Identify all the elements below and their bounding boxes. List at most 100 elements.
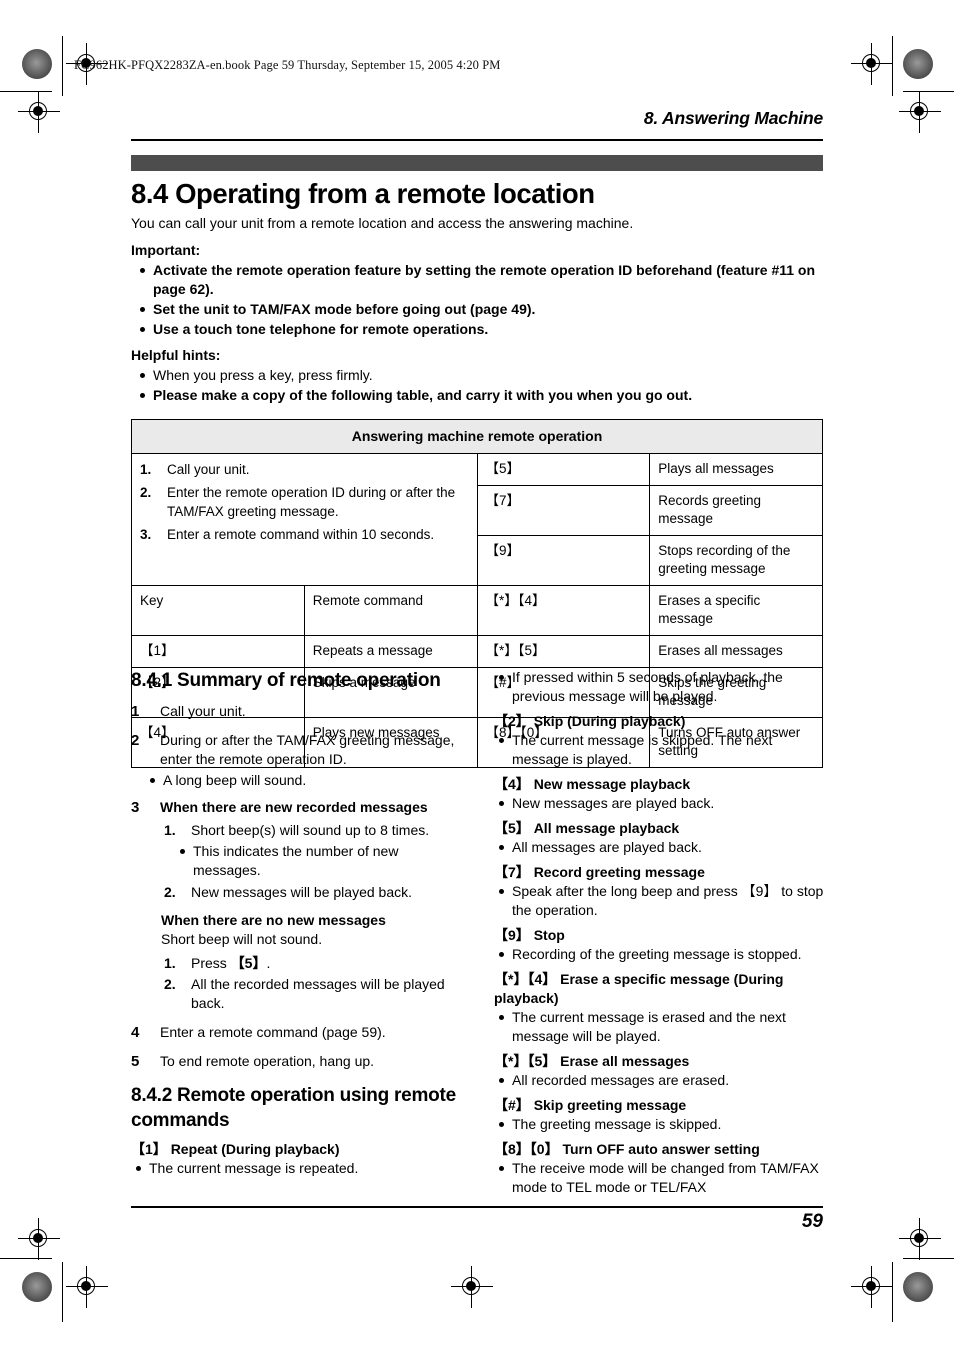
sub-step-number: 2. [164, 976, 176, 992]
numbered-step: 3 When there are new recorded messages [131, 798, 461, 817]
table-caption: Answering machine remote operation [131, 419, 823, 454]
command-cell: Plays all messages [649, 453, 823, 486]
table-caption-row: Answering machine remote operation [131, 419, 823, 454]
list-item: Set the unit to TAM/FAX mode before goin… [131, 300, 824, 319]
command-heading: 【4】 New message playback [494, 775, 824, 794]
table-row: 1. Call your unit. 2. Enter the remote o… [131, 453, 823, 586]
step-text: Enter a remote command within 10 seconds… [167, 527, 435, 542]
sub-step-text: Press 【5】. [191, 955, 271, 971]
command-title: New message playback [533, 776, 691, 792]
crop-rule-bottom-right-horizontal [903, 1258, 954, 1259]
step-number: 1. [140, 462, 152, 477]
command-heading: 【9】 Stop [494, 926, 824, 945]
step-number: 4 [131, 1024, 140, 1041]
key-cell: 【9】 [476, 535, 651, 586]
page-title: 8.4 Operating from a remote location [131, 178, 595, 209]
key-token: 【8】【0】 [494, 1141, 559, 1157]
right-column: If pressed within 5 seconds of playback,… [494, 668, 824, 1198]
command-title: Skip greeting message [533, 1097, 687, 1113]
registration-mark-bottom-right [851, 1266, 893, 1308]
no-new-messages-heading: When there are no new messages [161, 912, 386, 928]
command-cell: Erases a specific message [649, 585, 823, 636]
key-cell: 【7】 [476, 485, 651, 536]
step-number: 5 [131, 1053, 140, 1070]
numbered-step: 5 To end remote operation, hang up. [131, 1052, 461, 1071]
important-label: Important: [131, 242, 201, 258]
registration-mark-right-upper [899, 91, 941, 133]
helpful-hints-label: Helpful hints: [131, 347, 221, 363]
step-text: Enter the remote operation ID during or … [167, 485, 456, 519]
registration-mark-left-lower [18, 1218, 60, 1260]
key-token: 【5】 [494, 820, 530, 836]
subsection-heading-842: 8.4.2 Remote operation using remote comm… [131, 1085, 456, 1131]
print-density-blob-bottom-left [22, 1272, 52, 1302]
step-line: 3. Enter a remote command within 10 seco… [140, 525, 469, 544]
command-title: Record greeting message [533, 864, 705, 880]
numbered-step: 4 Enter a remote command (page 59). [131, 1023, 461, 1042]
intro-lead: You can call your unit from a remote loc… [131, 215, 634, 231]
header-rule [131, 139, 823, 141]
key-token: 【5】 [230, 955, 267, 971]
command-heading: 【7】 Record greeting message [494, 863, 824, 882]
table-row: 【1】 Repeats a message 【*】【5】 Erases all … [131, 635, 823, 668]
step-text: To end remote operation, hang up. [160, 1053, 375, 1069]
command-heading: 【#】 Skip greeting message [494, 1096, 824, 1115]
step-number: 2 [131, 732, 140, 749]
command-title: Repeat (During playback) [170, 1141, 340, 1157]
crop-rule-right-vertical [892, 36, 893, 96]
command-heading: 【1】 Repeat (During playback) [131, 1140, 461, 1159]
sub-step: 2. New messages will be played back. [161, 883, 461, 902]
crop-rule-top-left-horizontal [0, 91, 52, 92]
step-line: 1. Call your unit. [140, 460, 469, 479]
running-head-chapter: 8. Answering Machine [643, 108, 823, 128]
command-title: Erase all messages [560, 1053, 690, 1069]
subsection-heading-841: 8.4.1 Summary of remote operation [131, 670, 441, 691]
bullet-item: This indicates the number of new message… [161, 842, 461, 880]
crop-rule-bottom-left-horizontal [0, 1258, 52, 1259]
key-cell: 【*】【4】 [476, 585, 651, 636]
command-cell: Repeats a message [303, 635, 478, 668]
sub-step: 2. All the recorded messages will be pla… [161, 975, 461, 1013]
command-heading: 【*】【5】 Erase all messages [494, 1052, 824, 1071]
key-token: 【*】【5】 [494, 1053, 557, 1069]
print-density-blob-top-left [22, 49, 52, 79]
command-heading: 【5】 All message playback [494, 819, 824, 838]
bullet-item: All recorded messages are erased. [494, 1071, 824, 1090]
numbered-step: 2 During or after the TAM/FAX greeting m… [131, 731, 461, 769]
command-column-header: Remote command [303, 585, 478, 636]
no-new-messages-text: Short beep will not sound. [161, 931, 323, 947]
step-text: When there are new recorded messages [160, 799, 428, 815]
book-file-header: FC962HK-PFQX2283ZA-en.book Page 59 Thurs… [74, 58, 501, 72]
key-column-header: Key [131, 585, 305, 636]
registration-mark-bottom-center [451, 1266, 493, 1308]
key-token: 【#】 [494, 1097, 530, 1113]
left-column: 8.4.1 Summary of remote operation 1 Call… [131, 668, 461, 1179]
bullet-item: Speak after the long beep and press 【9】 … [494, 882, 824, 920]
registration-mark-top-right [851, 43, 893, 85]
command-heading: 【8】【0】 Turn OFF auto answer setting [494, 1140, 824, 1159]
important-list: Activate the remote operation feature by… [131, 261, 824, 339]
page-number: 59 [801, 1211, 823, 1232]
command-title: Skip (During playback) [533, 713, 686, 729]
sub-step: 1. Press 【5】. [161, 954, 461, 973]
step-text: Call your unit. [167, 462, 250, 477]
sub-step-text: All the recorded messages will be played… [191, 976, 445, 1011]
steps-cell: 1. Call your unit. 2. Enter the remote o… [131, 453, 478, 586]
list-item: Please make a copy of the following tabl… [131, 386, 824, 405]
bullet-item: The current message is skipped. The next… [494, 731, 824, 769]
command-cell: Stops recording of the greeting message [649, 535, 823, 586]
print-density-blob-bottom-right [903, 1272, 933, 1302]
section-gray-bar [131, 155, 823, 171]
step-text: Enter a remote command (page 59). [160, 1024, 386, 1040]
command-cell: Erases all messages [649, 635, 823, 668]
step-text: During or after the TAM/FAX greeting mes… [160, 732, 455, 767]
key-cell: 【5】 [476, 453, 651, 486]
bullet-item: The current message is erased and the ne… [494, 1008, 824, 1046]
step-line: 2. Enter the remote operation ID during … [140, 483, 469, 521]
command-cell: Records greeting message [649, 485, 823, 536]
document-page: FC962HK-PFQX2283ZA-en.book Page 59 Thurs… [0, 0, 954, 1351]
sub-step-text: Short beep(s) will sound up to 8 times. [191, 822, 430, 838]
key-cell: 【1】 [131, 635, 305, 668]
step-text: Call your unit. [160, 703, 246, 719]
key-token: 【2】 [494, 713, 530, 729]
